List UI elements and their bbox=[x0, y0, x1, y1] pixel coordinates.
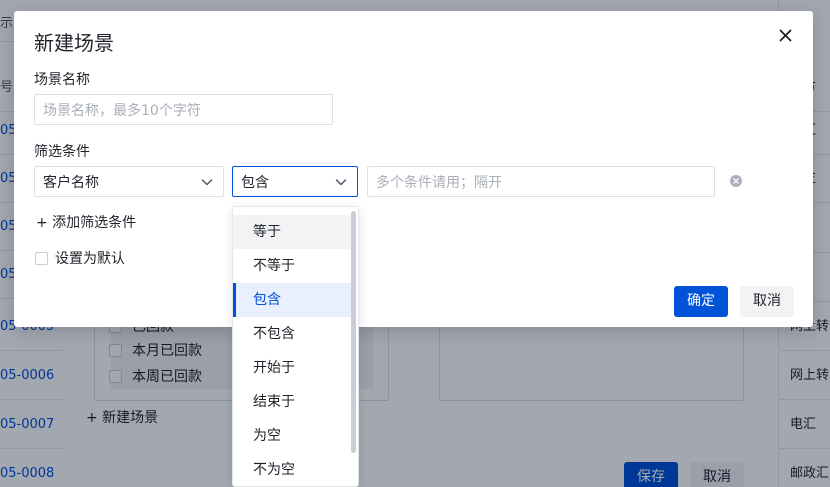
cancel-button[interactable]: 取消 bbox=[740, 286, 794, 317]
close-icon[interactable] bbox=[776, 24, 796, 46]
dropdown-option-ends-with[interactable]: 结束于 bbox=[233, 385, 351, 419]
dropdown-scrollbar[interactable] bbox=[351, 211, 356, 453]
operator-select-value: 包含 bbox=[241, 174, 269, 191]
add-filter-condition-link[interactable]: + 添加筛选条件 bbox=[36, 212, 136, 232]
field-select-value: 客户名称 bbox=[43, 174, 99, 191]
scene-name-label: 场景名称 bbox=[34, 72, 90, 88]
set-default-label: 设置为默认 bbox=[55, 251, 125, 267]
dropdown-option-is-empty[interactable]: 为空 bbox=[233, 419, 351, 453]
operator-dropdown-menu: 等于 不等于 包含 不包含 开始于 结束于 为空 不为空 bbox=[232, 206, 359, 487]
confirm-button[interactable]: 确定 bbox=[674, 286, 728, 317]
operator-select[interactable]: 包含 bbox=[232, 166, 358, 197]
dropdown-option-not-contains[interactable]: 不包含 bbox=[233, 317, 351, 351]
checkbox[interactable] bbox=[35, 251, 48, 265]
new-scene-dialog: 新建场景 场景名称 场景名称，最多10个字符 筛选条件 客户名称 包含 多个条件… bbox=[14, 11, 813, 327]
chevron-down-icon bbox=[335, 179, 347, 186]
dropdown-option-equals[interactable]: 等于 bbox=[233, 215, 351, 249]
filter-conditions-label: 筛选条件 bbox=[34, 144, 90, 160]
chevron-down-icon bbox=[201, 179, 213, 186]
condition-value-input[interactable]: 多个条件请用；隔开 bbox=[367, 166, 715, 197]
dropdown-option-is-not-empty[interactable]: 不为空 bbox=[233, 453, 351, 486]
field-select[interactable]: 客户名称 bbox=[34, 166, 224, 197]
dropdown-option-starts-with[interactable]: 开始于 bbox=[233, 351, 351, 385]
dropdown-option-contains[interactable]: 包含 bbox=[233, 283, 351, 317]
set-default-checkbox[interactable]: 设置为默认 bbox=[35, 248, 125, 268]
scene-name-input[interactable]: 场景名称，最多10个字符 bbox=[34, 94, 333, 125]
dialog-title: 新建场景 bbox=[34, 31, 114, 55]
dropdown-option-not-equals[interactable]: 不等于 bbox=[233, 249, 351, 283]
clear-condition-icon[interactable] bbox=[730, 175, 742, 187]
